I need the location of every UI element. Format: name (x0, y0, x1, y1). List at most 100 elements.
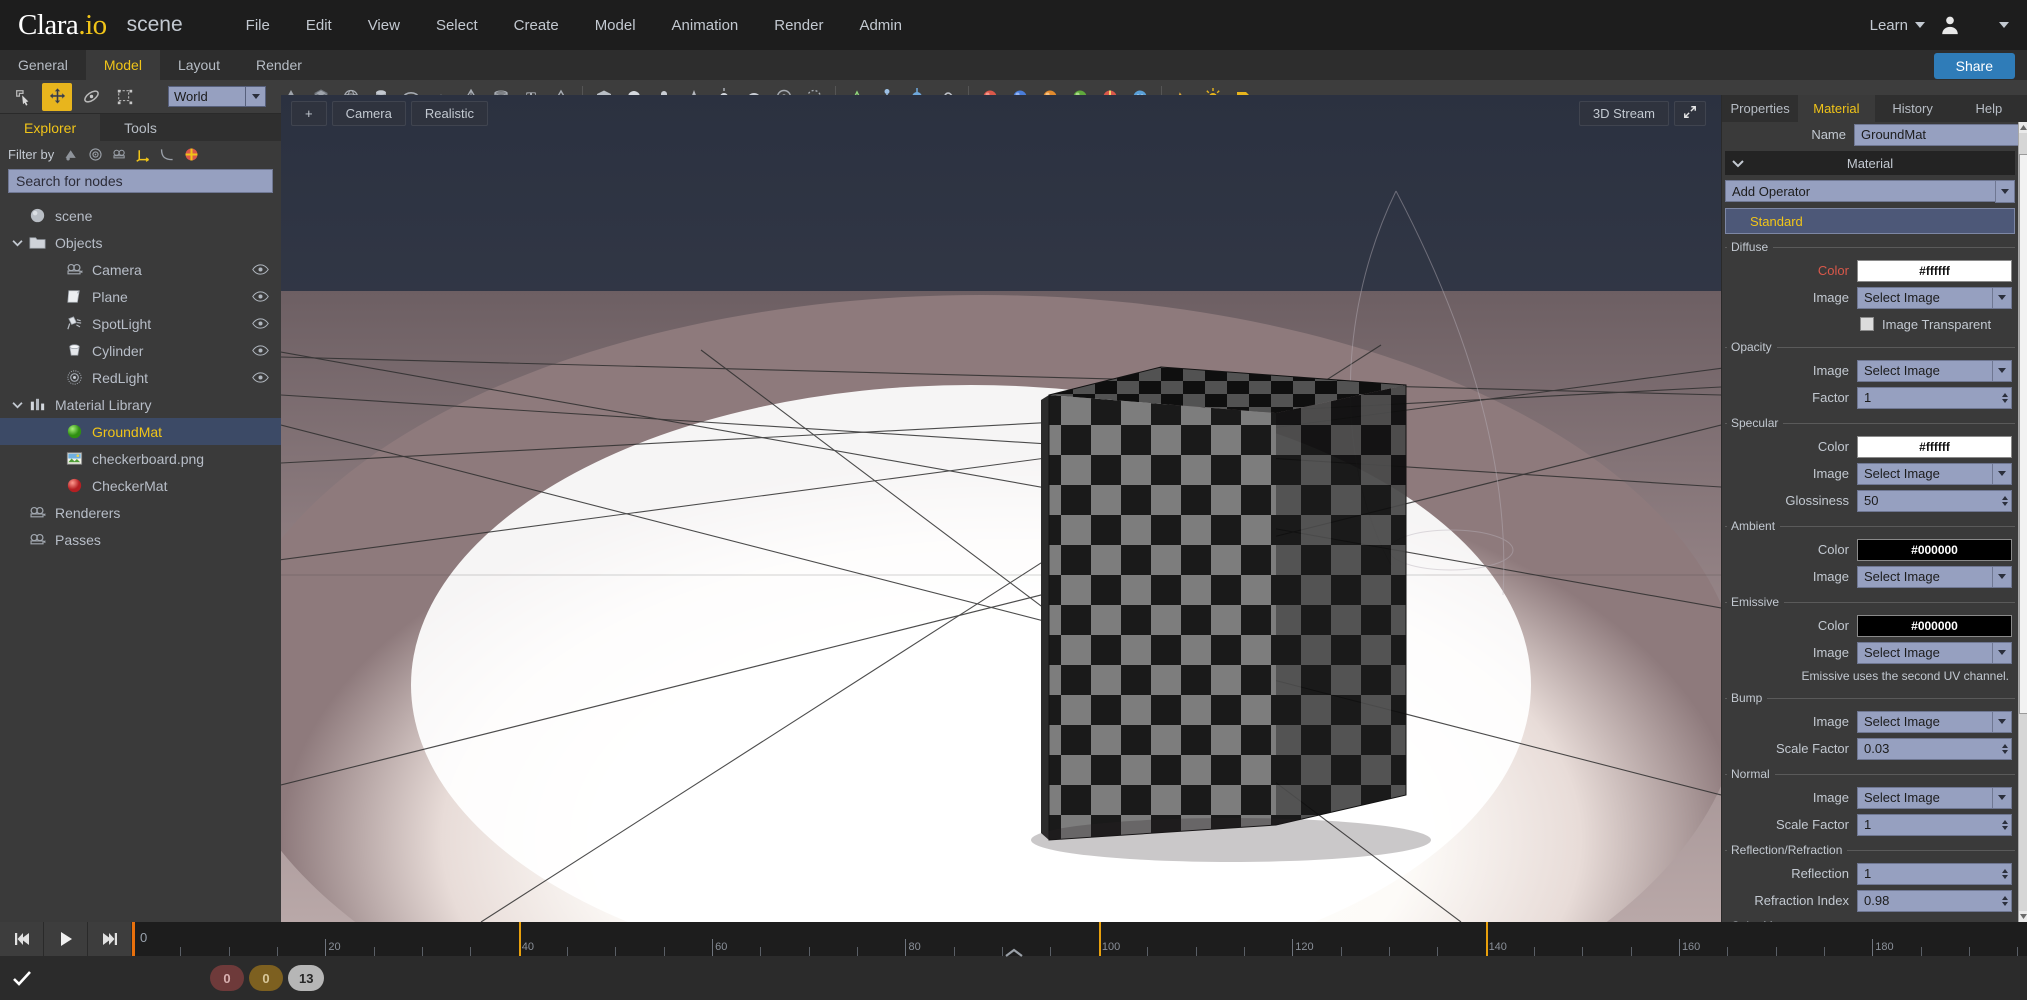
tab-render[interactable]: Render (238, 50, 320, 80)
image-chevron-down-icon[interactable] (1992, 565, 2012, 588)
material-section-header[interactable]: Material (1725, 151, 2015, 175)
visibility-eye-icon[interactable] (252, 290, 269, 303)
menu-admin[interactable]: Admin (841, 11, 920, 40)
scroll-up-arrow-icon[interactable] (2019, 122, 2027, 133)
tree-expander-chevron-icon[interactable] (11, 239, 23, 247)
menu-file[interactable]: File (228, 11, 288, 40)
scale-factor-spinner[interactable]: 1 (1857, 813, 2012, 836)
properties-scrollbar[interactable] (2018, 122, 2027, 922)
tab-model[interactable]: Model (85, 50, 160, 80)
factor-value[interactable]: 1 (1857, 386, 1999, 409)
refraction-index-stepper[interactable] (1999, 889, 2012, 912)
tab-layout[interactable]: Layout (160, 50, 238, 80)
light-filter-icon[interactable] (87, 146, 104, 163)
color-color-swatch[interactable]: #ffffff (1857, 435, 2012, 458)
app-logo[interactable]: Clara.io (18, 9, 107, 42)
search-input[interactable] (8, 169, 273, 193)
tree-item-checkerboard-png[interactable]: checkerboard.png (0, 445, 281, 472)
tab-material[interactable]: Material (1798, 95, 1875, 122)
image-select[interactable]: Select Image (1857, 641, 2012, 664)
scale-factor-stepper[interactable] (1999, 813, 2012, 836)
image-select[interactable]: Select Image (1857, 462, 2012, 485)
image-chevron-down-icon[interactable] (1992, 359, 2012, 382)
image-chevron-down-icon[interactable] (1992, 641, 2012, 664)
expand-diagonal-icon[interactable] (1674, 101, 1706, 126)
tab-history[interactable]: History (1875, 95, 1951, 122)
mesh-filter-icon[interactable] (63, 146, 80, 163)
tree-item-checkermat[interactable]: CheckerMat (0, 472, 281, 499)
tree-expander[interactable] (6, 401, 28, 409)
visibility-eye-icon[interactable] (252, 317, 269, 330)
menu-edit[interactable]: Edit (288, 11, 350, 40)
curve-filter-icon[interactable] (159, 146, 176, 163)
glossiness-spinner[interactable]: 50 (1857, 489, 2012, 512)
image-select-value[interactable]: Select Image (1857, 462, 1992, 485)
chevron-up-icon[interactable] (1004, 946, 1024, 964)
image-select-value[interactable]: Select Image (1857, 710, 1992, 733)
image-select-value[interactable]: Select Image (1857, 641, 1992, 664)
scale-factor-stepper[interactable] (1999, 737, 2012, 760)
coordinate-system-input[interactable] (168, 86, 246, 107)
add-operator-value[interactable]: Add Operator (1725, 180, 1995, 202)
tab-general[interactable]: General (0, 50, 86, 80)
timeline-keyframe-marker[interactable] (518, 922, 521, 956)
material-filter-icon[interactable] (183, 146, 200, 163)
image-select[interactable]: Select Image (1857, 710, 2012, 733)
menu-select[interactable]: Select (418, 11, 496, 40)
image-select-value[interactable]: Select Image (1857, 565, 1992, 588)
tree-item-groundmat[interactable]: GroundMat (0, 418, 281, 445)
learn-menu[interactable]: Learn (1870, 17, 1925, 34)
operator-standard-item[interactable]: Standard (1725, 208, 2015, 234)
rotate-tool-button[interactable] (76, 83, 106, 111)
tab-properties[interactable]: Properties (1722, 95, 1798, 122)
image-select-value[interactable]: Select Image (1857, 359, 1992, 382)
viewport-3d[interactable]: + Camera Realistic 3D Stream (281, 95, 1721, 922)
viewport-shading-button[interactable]: Realistic (410, 101, 488, 126)
scale-tool-button[interactable] (110, 83, 140, 111)
image-select-value[interactable]: Select Image (1857, 286, 1992, 309)
factor-spinner[interactable]: 1 (1857, 386, 2012, 409)
coordinate-system-selector[interactable] (168, 86, 266, 107)
chevron-down-icon[interactable] (1725, 159, 1751, 168)
tree-expander-chevron-icon[interactable] (11, 401, 23, 409)
camera-filter-icon[interactable] (111, 146, 128, 163)
refraction-index-value[interactable]: 0.98 (1857, 889, 1999, 912)
select-tool-button[interactable] (8, 83, 38, 111)
scrollbar-thumb[interactable] (2019, 154, 2027, 714)
scale-factor-spinner[interactable]: 0.03 (1857, 737, 2012, 760)
reflection-spinner[interactable]: 1 (1857, 862, 2012, 885)
image-select[interactable]: Select Image (1857, 359, 2012, 382)
tree-item-renderers[interactable]: Renderers (0, 499, 281, 526)
scale-factor-value[interactable]: 1 (1857, 813, 1999, 836)
reflection-stepper[interactable] (1999, 862, 2012, 885)
scroll-down-arrow-icon[interactable] (2019, 911, 2027, 922)
image-chevron-down-icon[interactable] (1992, 710, 2012, 733)
skip-to-start-icon[interactable] (0, 922, 44, 956)
factor-stepper[interactable] (1999, 386, 2012, 409)
tree-item-spotlight[interactable]: SpotLight (0, 310, 281, 337)
visibility-eye-icon[interactable] (252, 371, 269, 384)
menu-model[interactable]: Model (577, 11, 654, 40)
play-icon[interactable] (44, 922, 88, 956)
tree-item-plane[interactable]: Plane (0, 283, 281, 310)
image-select-value[interactable]: Select Image (1857, 786, 1992, 809)
menu-create[interactable]: Create (496, 11, 577, 40)
coordinate-system-chevron-down-icon[interactable] (246, 86, 266, 107)
tree-item-redlight[interactable]: RedLight (0, 364, 281, 391)
warning-badge[interactable]: 0 (249, 965, 283, 991)
error-badge[interactable]: 0 (210, 965, 244, 991)
visibility-eye-icon[interactable] (252, 263, 269, 276)
scene-title[interactable]: scene (127, 13, 183, 37)
image-select[interactable]: Select Image (1857, 565, 2012, 588)
share-button[interactable]: Share (1933, 53, 2015, 79)
viewport-camera-button[interactable]: Camera (331, 101, 406, 126)
timeline-keyframe-marker[interactable] (1098, 922, 1101, 956)
user-menu-chevron-down-icon[interactable] (1999, 22, 2009, 28)
tab-help[interactable]: Help (1951, 95, 2027, 122)
add-operator-select[interactable]: Add Operator (1725, 180, 2015, 203)
tree-expander[interactable] (6, 239, 28, 247)
tree-item-material-library[interactable]: Material Library (0, 391, 281, 418)
tree-item-passes[interactable]: Passes (0, 526, 281, 553)
image-chevron-down-icon[interactable] (1992, 462, 2012, 485)
skip-to-end-icon[interactable] (88, 922, 132, 956)
